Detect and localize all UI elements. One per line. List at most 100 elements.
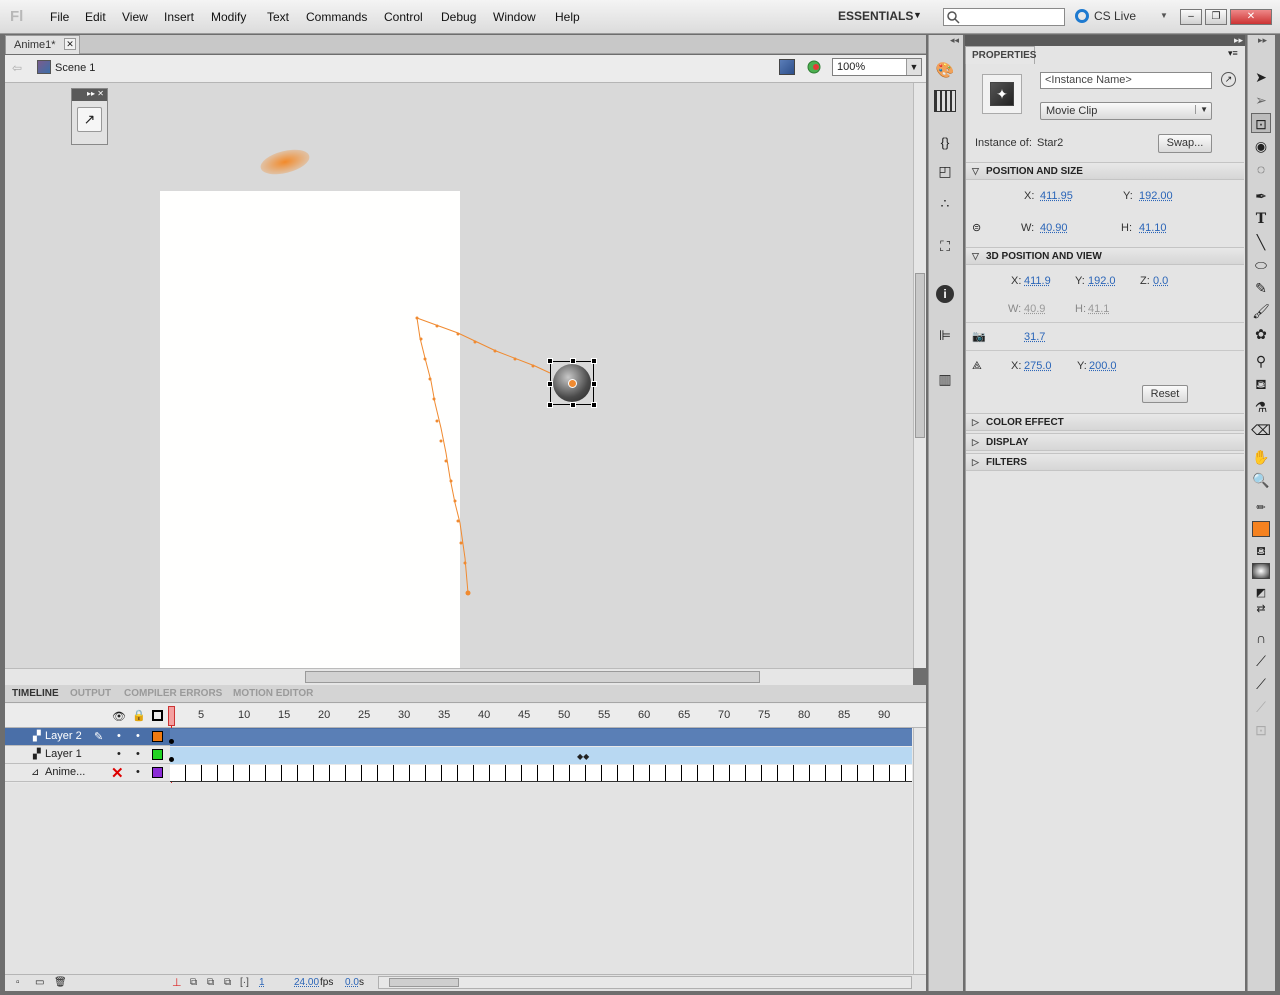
workspace-switcher[interactable]: ESSENTIALS xyxy=(838,9,913,23)
chevron-down-icon[interactable]: ▼ xyxy=(906,59,921,75)
paint-bucket-tool-icon[interactable]: ⛾ xyxy=(1251,374,1271,394)
stroke-color-icon[interactable]: ✏ xyxy=(1251,498,1271,518)
tab-output[interactable]: OUTPUT xyxy=(70,688,111,699)
eraser-tool-icon[interactable]: ⌫ xyxy=(1251,420,1271,440)
resize-handle[interactable] xyxy=(547,358,553,364)
vp-y-value[interactable]: 200.0 xyxy=(1089,360,1117,372)
trash-icon[interactable]: 🗑 xyxy=(54,977,67,988)
resize-handle[interactable] xyxy=(547,402,553,408)
resize-handle[interactable] xyxy=(570,358,576,364)
new-folder-icon[interactable]: ▭ xyxy=(35,977,44,988)
text-tool-icon[interactable]: T xyxy=(1251,209,1271,229)
menu-help[interactable]: Help xyxy=(555,10,580,24)
pen-tool-icon[interactable]: ✒ xyxy=(1251,186,1271,206)
section-filters[interactable]: ▷ FILTERS xyxy=(966,453,1244,471)
3d-rotation-tool-icon[interactable]: ◉ xyxy=(1251,136,1271,156)
resize-handle[interactable] xyxy=(591,358,597,364)
menu-debug[interactable]: Debug xyxy=(441,10,476,24)
eyedropper-tool-icon[interactable]: ⚗ xyxy=(1251,397,1271,417)
layer-name[interactable]: Anime... xyxy=(45,766,85,778)
snap-magnet-icon[interactable]: ∩ xyxy=(1251,628,1271,648)
reset-button[interactable]: Reset xyxy=(1142,385,1188,403)
collapse-arrows-icon[interactable]: ▸▸ xyxy=(1258,35,1267,46)
scale-icon[interactable]: ⊡ xyxy=(1251,720,1271,740)
align-icon[interactable]: ⊫ xyxy=(934,327,956,349)
scroll-thumb[interactable] xyxy=(915,273,925,438)
section-display[interactable]: ▷ DISPLAY xyxy=(966,433,1244,451)
info-icon[interactable]: i xyxy=(934,283,956,305)
brush-tool-icon[interactable]: 🖌 xyxy=(1251,301,1271,321)
scene-label[interactable]: Scene 1 xyxy=(55,62,95,74)
link-icon[interactable]: ⊜ xyxy=(972,221,981,234)
resize-handle[interactable] xyxy=(591,402,597,408)
z3d-value[interactable]: 0.0 xyxy=(1153,275,1168,287)
section-3d-position[interactable]: ▽ 3D POSITION AND VIEW xyxy=(966,247,1244,265)
scroll-thumb[interactable] xyxy=(389,978,459,987)
selection-tool-icon[interactable]: ➤ xyxy=(1251,67,1271,87)
motion-presets-icon[interactable]: ∴ xyxy=(934,195,956,217)
layer-color-swatch[interactable] xyxy=(152,731,163,742)
keyframe[interactable] xyxy=(169,757,174,762)
resize-handle[interactable] xyxy=(591,381,597,387)
tween-span[interactable] xyxy=(170,729,912,746)
selected-star-instance[interactable] xyxy=(547,358,597,408)
section-position-size[interactable]: ▽ POSITION AND SIZE xyxy=(966,162,1244,180)
color-panel-icon[interactable]: 🎨 xyxy=(934,61,956,83)
chevron-down-icon[interactable]: ▼ xyxy=(913,10,922,20)
modify-markers-icon[interactable]: [·] xyxy=(240,977,249,988)
line-tool-icon[interactable]: ╲ xyxy=(1251,232,1271,252)
instance-name-input[interactable]: <Instance Name> xyxy=(1040,72,1212,89)
tab-properties[interactable]: PROPERTIES xyxy=(965,46,1036,64)
keyframe-strip[interactable] xyxy=(170,765,912,782)
lock-dot[interactable]: • xyxy=(136,766,140,778)
section-color-effect[interactable]: ▷ COLOR EFFECT xyxy=(966,413,1244,431)
tab-motion-editor[interactable]: MOTION EDITOR xyxy=(233,688,313,699)
current-frame[interactable]: 1 xyxy=(259,977,265,988)
edit-symbols-icon[interactable] xyxy=(806,59,824,75)
frame-rate[interactable]: 24.00 xyxy=(294,977,319,988)
stage-horizontal-scrollbar[interactable] xyxy=(5,668,913,685)
edit-multiple-icon[interactable]: ⧉ xyxy=(224,977,231,988)
collapse-arrows-icon[interactable]: ◂◂ xyxy=(950,35,959,46)
visibility-dot[interactable]: • xyxy=(117,730,121,742)
help-search-input[interactable] xyxy=(943,8,1065,26)
hand-tool-icon[interactable]: ✋ xyxy=(1251,447,1271,467)
tab-timeline[interactable]: TIMELINE xyxy=(12,688,59,699)
lock-dot[interactable]: • xyxy=(136,748,140,760)
hidden-x-icon[interactable]: ✕ xyxy=(111,764,124,782)
transform-icon[interactable]: ⛶ xyxy=(934,238,956,260)
deco-tool-icon[interactable]: ✿ xyxy=(1251,324,1271,344)
cs-live-menu[interactable]: CS Live xyxy=(1094,9,1136,23)
timeline-vertical-scrollbar[interactable] xyxy=(913,728,926,974)
menu-window[interactable]: Window xyxy=(493,10,536,24)
lock-icon[interactable]: 🔒 xyxy=(132,709,146,722)
fill-color-swatch[interactable] xyxy=(1252,521,1270,537)
minimize-button[interactable]: – xyxy=(1180,9,1202,25)
x-value[interactable]: 411.95 xyxy=(1040,190,1073,202)
subselection-tool-icon[interactable]: ➢ xyxy=(1251,90,1271,110)
actions-icon[interactable]: {} xyxy=(934,135,956,157)
smooth-icon[interactable]: ⟋ xyxy=(1251,651,1271,671)
motion-path[interactable] xyxy=(5,83,913,668)
visibility-dot[interactable]: • xyxy=(117,748,121,760)
bone-tool-icon[interactable]: ⚲ xyxy=(1251,351,1271,371)
menu-modify[interactable]: Modify xyxy=(211,10,246,24)
pencil-tool-icon[interactable]: ✎ xyxy=(1251,278,1271,298)
oval-tool-icon[interactable]: ⬭ xyxy=(1251,255,1271,275)
y-value[interactable]: 192.00 xyxy=(1139,190,1173,202)
resize-handle[interactable] xyxy=(547,381,553,387)
menu-edit[interactable]: Edit xyxy=(85,10,106,24)
close-tab-icon[interactable]: ✕ xyxy=(64,38,76,50)
tween-span[interactable] xyxy=(170,747,912,764)
swap-colors-icon[interactable]: ⇄ xyxy=(1251,599,1271,619)
x3d-value[interactable]: 411.9 xyxy=(1024,275,1051,287)
menu-text[interactable]: Text xyxy=(267,10,289,24)
transform-point[interactable] xyxy=(568,379,577,388)
w-value[interactable]: 40.90 xyxy=(1040,222,1068,234)
vp-x-value[interactable]: 275.0 xyxy=(1024,360,1052,372)
eye-icon[interactable]: 👁 xyxy=(112,710,126,723)
back-arrow-icon[interactable]: ⇦ xyxy=(12,61,22,75)
rotate-skew-icon[interactable]: ⟋ xyxy=(1251,697,1271,717)
layer-name[interactable]: Layer 1 xyxy=(45,748,82,760)
keyframe[interactable] xyxy=(169,739,174,744)
